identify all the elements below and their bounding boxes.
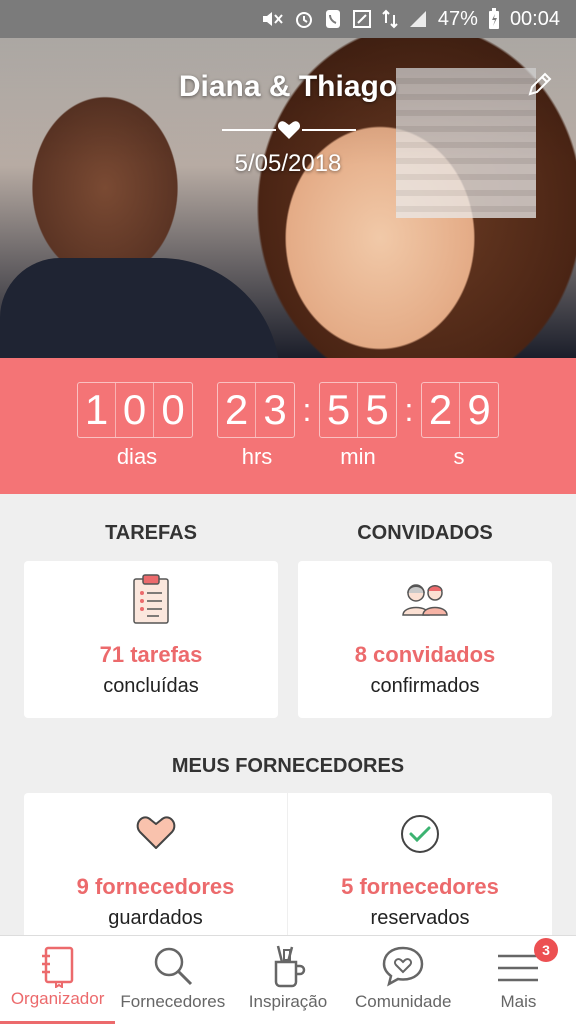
nav-inspiracao[interactable]: Inspiração [230, 936, 345, 1024]
guests-caption: confirmados [370, 675, 480, 697]
nav-fornecedores[interactable]: Fornecedores [115, 936, 230, 1024]
vendors-saved-card[interactable]: 9 fornecedores guardados [24, 793, 287, 938]
countdown-separator: : [302, 391, 312, 428]
couple-names: Diana & Thiago [178, 70, 398, 103]
countdown-days: 1 0 0 [77, 382, 193, 438]
wedding-date: 5/05/2018 [234, 150, 342, 177]
heart-divider [222, 120, 356, 140]
guests-icon [399, 581, 451, 622]
countdown-label-minutes: min [340, 444, 376, 469]
countdown-banner: 1 0 0 2 3 : 5 5 : 2 9 dias hrs min s [0, 358, 576, 494]
tasks-caption: concluídas [103, 675, 199, 697]
tasks-count: 71 tarefas [99, 642, 203, 667]
guests-count: 8 convidados [354, 642, 496, 667]
countdown-label-days: dias [116, 444, 158, 469]
heart-icon [135, 815, 177, 856]
heart-divider-icon [277, 120, 301, 145]
tasks-title: TAREFAS [105, 522, 197, 544]
status-bar: 47% 00:04 [0, 0, 576, 38]
nav-label: Fornecedores [120, 992, 226, 1011]
notification-badge: 3 [534, 938, 559, 962]
nav-comunidade[interactable]: Comunidade [346, 936, 461, 1024]
vendors-saved-caption: guardados [108, 907, 203, 929]
countdown-minutes: 5 5 [319, 382, 397, 438]
countdown-seconds: 2 9 [421, 382, 499, 438]
battery-charging-icon [488, 8, 500, 30]
bottom-navigation: Organizador Fornecedores Inspiração Comu… [0, 935, 576, 1024]
nav-mais[interactable]: 3 Mais [461, 936, 576, 1024]
vendors-booked-count: 5 fornecedores [341, 874, 499, 899]
clock: 00:04 [509, 7, 560, 30]
pencil-icon[interactable] [526, 70, 554, 103]
vendors-saved-count: 9 fornecedores [76, 874, 235, 899]
couple-photo: Diana & Thiago 5/05/2018 [0, 38, 576, 358]
screenshot-icon [352, 9, 372, 29]
phone-icon [324, 9, 342, 29]
alarm-icon [294, 9, 314, 29]
clipboard-icon [131, 573, 171, 630]
guests-card[interactable]: 8 convidados confirmados [298, 561, 552, 718]
guests-title: CONVIDADOS [357, 522, 493, 544]
nav-label: Inspiração [248, 992, 328, 1011]
search-icon [151, 944, 195, 993]
notebook-icon [40, 944, 76, 993]
vendors-booked-caption: reservados [370, 907, 470, 929]
chat-heart-icon [381, 944, 425, 993]
tasks-card[interactable]: 71 tarefas concluídas [24, 561, 278, 718]
mute-icon [260, 9, 284, 29]
vendors-title: MEUS FORNECEDORES [171, 755, 405, 777]
countdown-label-seconds: s [453, 444, 465, 469]
countdown-separator: : [404, 391, 414, 428]
nav-label: Comunidade [355, 992, 452, 1011]
data-icon [382, 9, 398, 29]
check-circle-icon [400, 814, 440, 859]
vendors-booked-card[interactable]: 5 fornecedores reservados [288, 793, 552, 938]
battery-percent: 47% [437, 7, 478, 30]
nav-label: Organizador [10, 989, 105, 1008]
brush-cup-icon [270, 944, 306, 993]
nav-label: Mais [500, 992, 537, 1011]
countdown-hours: 2 3 [217, 382, 295, 438]
nav-organizador[interactable]: Organizador [0, 936, 116, 1024]
signal-icon [408, 9, 428, 29]
countdown-label-hours: hrs [241, 444, 273, 469]
